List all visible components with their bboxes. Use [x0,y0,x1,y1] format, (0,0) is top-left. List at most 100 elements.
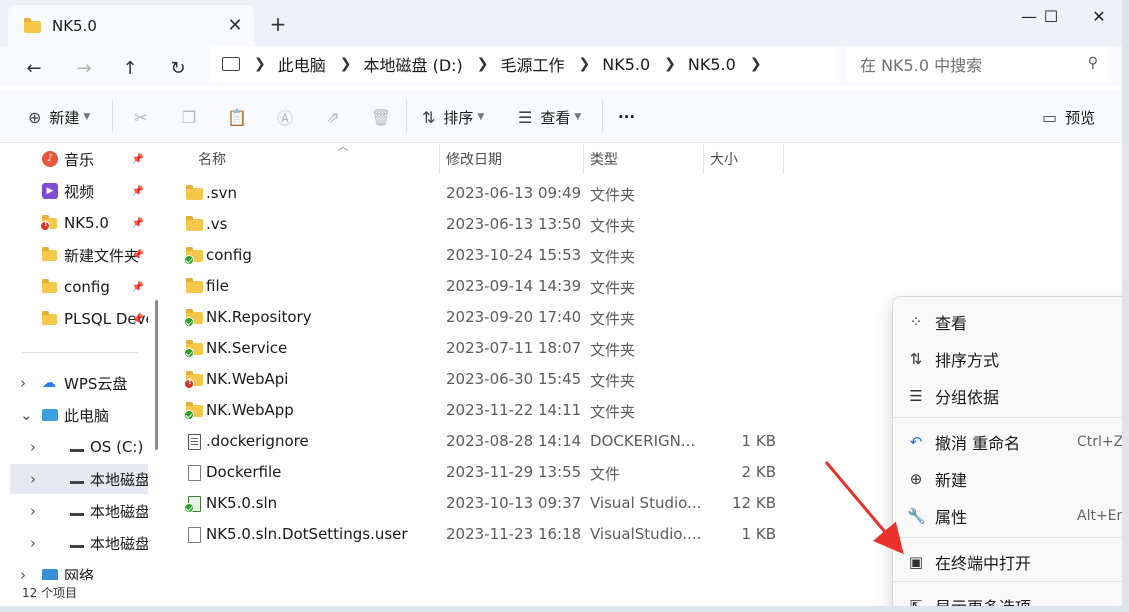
breadcrumb-drive-d[interactable]: 本地磁盘 (D:) [363,52,462,76]
refresh-button[interactable]: ↻ [162,52,194,84]
search-input[interactable]: 在 NK5.0 中搜索 ⚲ [846,46,1110,82]
share-icon[interactable]: ⇗ [320,104,346,130]
more-options-icon: ⇱ [909,597,923,606]
file-row[interactable]: .svn 2023-06-13 09:49 文件夹 [164,178,1122,209]
context-menu-item[interactable]: ⇅ 排序方式 [897,342,1122,376]
tab-close-icon[interactable]: ✕ [224,14,246,36]
file-icon [186,465,203,481]
close-window-button[interactable]: ✕ [1076,0,1122,32]
sort-button[interactable]: ⇅ 排序 ▼ [422,104,484,130]
sidebar-quick-item[interactable]: NK5.0 📌 [0,208,148,238]
view-list-icon: ☰ [518,107,533,127]
context-menu-item[interactable]: ▣ 在终端中打开 [897,545,1122,579]
sidebar-tree-item[interactable]: › ☁ WPS云盘 [0,368,148,398]
music-icon: ♪ [42,151,58,167]
copy-icon[interactable]: ❐ [176,104,202,130]
view-label: 查看 [540,108,571,127]
breadcrumb-nk50-parent[interactable]: NK5.0 [602,55,650,74]
pin-icon[interactable]: 📌 [132,218,144,229]
cut-icon[interactable]: ✂ [128,104,154,130]
column-header-type[interactable]: 类型 [582,144,702,174]
more-options-button[interactable]: ··· [618,104,635,130]
folder-icon [184,371,203,389]
sidebar-quick-item[interactable]: ♪ 音乐 📌 [0,144,148,174]
sidebar-tree-item[interactable]: ⌄ 此电脑 [0,400,148,430]
file-row[interactable]: config 2023-10-24 15:53 文件夹 [164,240,1122,271]
sort-icon: ⇅ [422,107,436,127]
sidebar-item-label: OS (C:) [90,438,144,456]
context-menu-item[interactable]: ⇱ 显示更多选项 [897,589,1122,606]
view-button[interactable]: ☰ 查看 ▼ [518,104,581,130]
column-divider[interactable] [783,144,784,174]
folder-icon [186,216,203,232]
maximize-button[interactable]: ☐ [1028,0,1074,32]
file-row[interactable]: .vs 2023-06-13 13:50 文件夹 [164,209,1122,240]
chevron-right-icon[interactable]: › [30,470,36,488]
file-date: 2023-09-20 17:40 [446,308,582,326]
new-button[interactable]: ⊕ 新建 ▼ [28,104,90,130]
chevron-right-icon[interactable]: › [30,502,36,520]
pin-icon[interactable]: 📌 [132,154,144,165]
delete-icon[interactable]: 🗑 [368,104,394,130]
tab-nk50[interactable]: NK5.0 ✕ [8,5,254,46]
text-file-icon [186,434,203,450]
context-menu-item[interactable]: ⊕ 新建 [897,462,1122,496]
pin-icon[interactable]: 📌 [132,282,144,293]
svn-modified-badge-icon [184,377,194,389]
tab-bar: NK5.0 ✕ + — ☐ ✕ [0,0,1122,46]
context-menu-item[interactable]: ⁘ 查看 [897,305,1122,339]
context-menu-item[interactable]: 🔧 属性 Alt+Enter [897,499,1122,533]
sidebar-quick-item[interactable]: 新建文件夹 📌 [0,240,148,270]
network-icon [42,569,58,580]
folder-icon [184,402,203,420]
pin-icon[interactable]: 📌 [132,314,144,325]
file-type: 文件夹 [590,341,636,359]
pin-icon[interactable]: 📌 [132,250,144,261]
plus-circle-icon: ⊕ [909,470,923,488]
toolbar-divider [406,100,407,132]
breadcrumb-nk50-current[interactable]: NK5.0 [688,55,736,74]
context-menu-item[interactable]: ↶ 撤消 重命名 Ctrl+Z [897,425,1122,459]
file-date: 2023-06-30 15:45 [446,370,582,388]
sidebar-tree-item[interactable]: › 本地磁盘 (F [0,528,148,558]
back-button[interactable]: ← [18,52,50,84]
file-type: 文件夹 [590,372,636,390]
file-name: Dockerfile [206,463,282,481]
pin-icon[interactable]: 📌 [132,186,144,197]
new-tab-button[interactable]: + [266,12,290,36]
context-menu-item[interactable]: ☰ 分组依据 [897,379,1122,413]
sidebar-quick-item[interactable]: ▶ 视频 📌 [0,176,148,206]
breadcrumb-this-pc[interactable]: 此电脑 [278,52,326,76]
chevron-right-icon[interactable]: › [20,566,26,580]
sidebar-tree-item[interactable]: › 网络 [0,560,148,580]
chevron-right-icon[interactable]: › [30,534,36,552]
chevron-right-icon: ❯ [476,56,489,72]
rename-icon[interactable]: Ⓐ [272,104,298,130]
sidebar-tree-item[interactable]: › OS (C:) [0,432,148,462]
file-type: 文件夹 [590,186,636,204]
chevron-right-icon[interactable]: ❯ [750,56,762,72]
preview-pane-button[interactable]: ▭ 预览 [1042,104,1095,130]
sidebar-quick-item[interactable]: PLSQL Deve 📌 [0,304,148,334]
sidebar-quick-item[interactable]: config 📌 [0,272,148,302]
chevron-right-icon[interactable]: › [30,438,36,456]
sidebar-tree-item[interactable]: › 本地磁盘 (E [0,496,148,526]
paste-icon[interactable]: 📋 [224,104,250,130]
column-header-name[interactable]: 名称 ︿ [190,142,440,174]
column-header-date[interactable]: 修改日期 [438,144,582,174]
sidebar-scrollbar[interactable] [155,300,158,450]
sidebar-tree-item[interactable]: › 本地磁盘 (D [10,464,148,494]
chevron-down-icon[interactable]: ⌄ [20,406,33,424]
chevron-right-icon[interactable]: › [20,374,26,392]
address-bar[interactable]: ❯ 此电脑 ❯ 本地磁盘 (D:) ❯ 毛源工作 ❯ NK5.0 ❯ NK5.0… [210,46,838,82]
up-button[interactable]: ↑ [114,52,146,84]
breadcrumb-work[interactable]: 毛源工作 [501,52,565,76]
computer-icon [42,409,58,421]
file-date: 2023-11-23 16:18 [446,525,582,543]
column-header-size[interactable]: 大小 [702,144,782,174]
chevron-right-icon: ❯ [254,56,266,72]
chevron-down-icon: ▼ [83,112,91,122]
forward-button[interactable]: → [68,52,100,84]
file-type: 文件夹 [590,403,636,421]
file-date: 2023-10-13 09:37 [446,494,582,512]
